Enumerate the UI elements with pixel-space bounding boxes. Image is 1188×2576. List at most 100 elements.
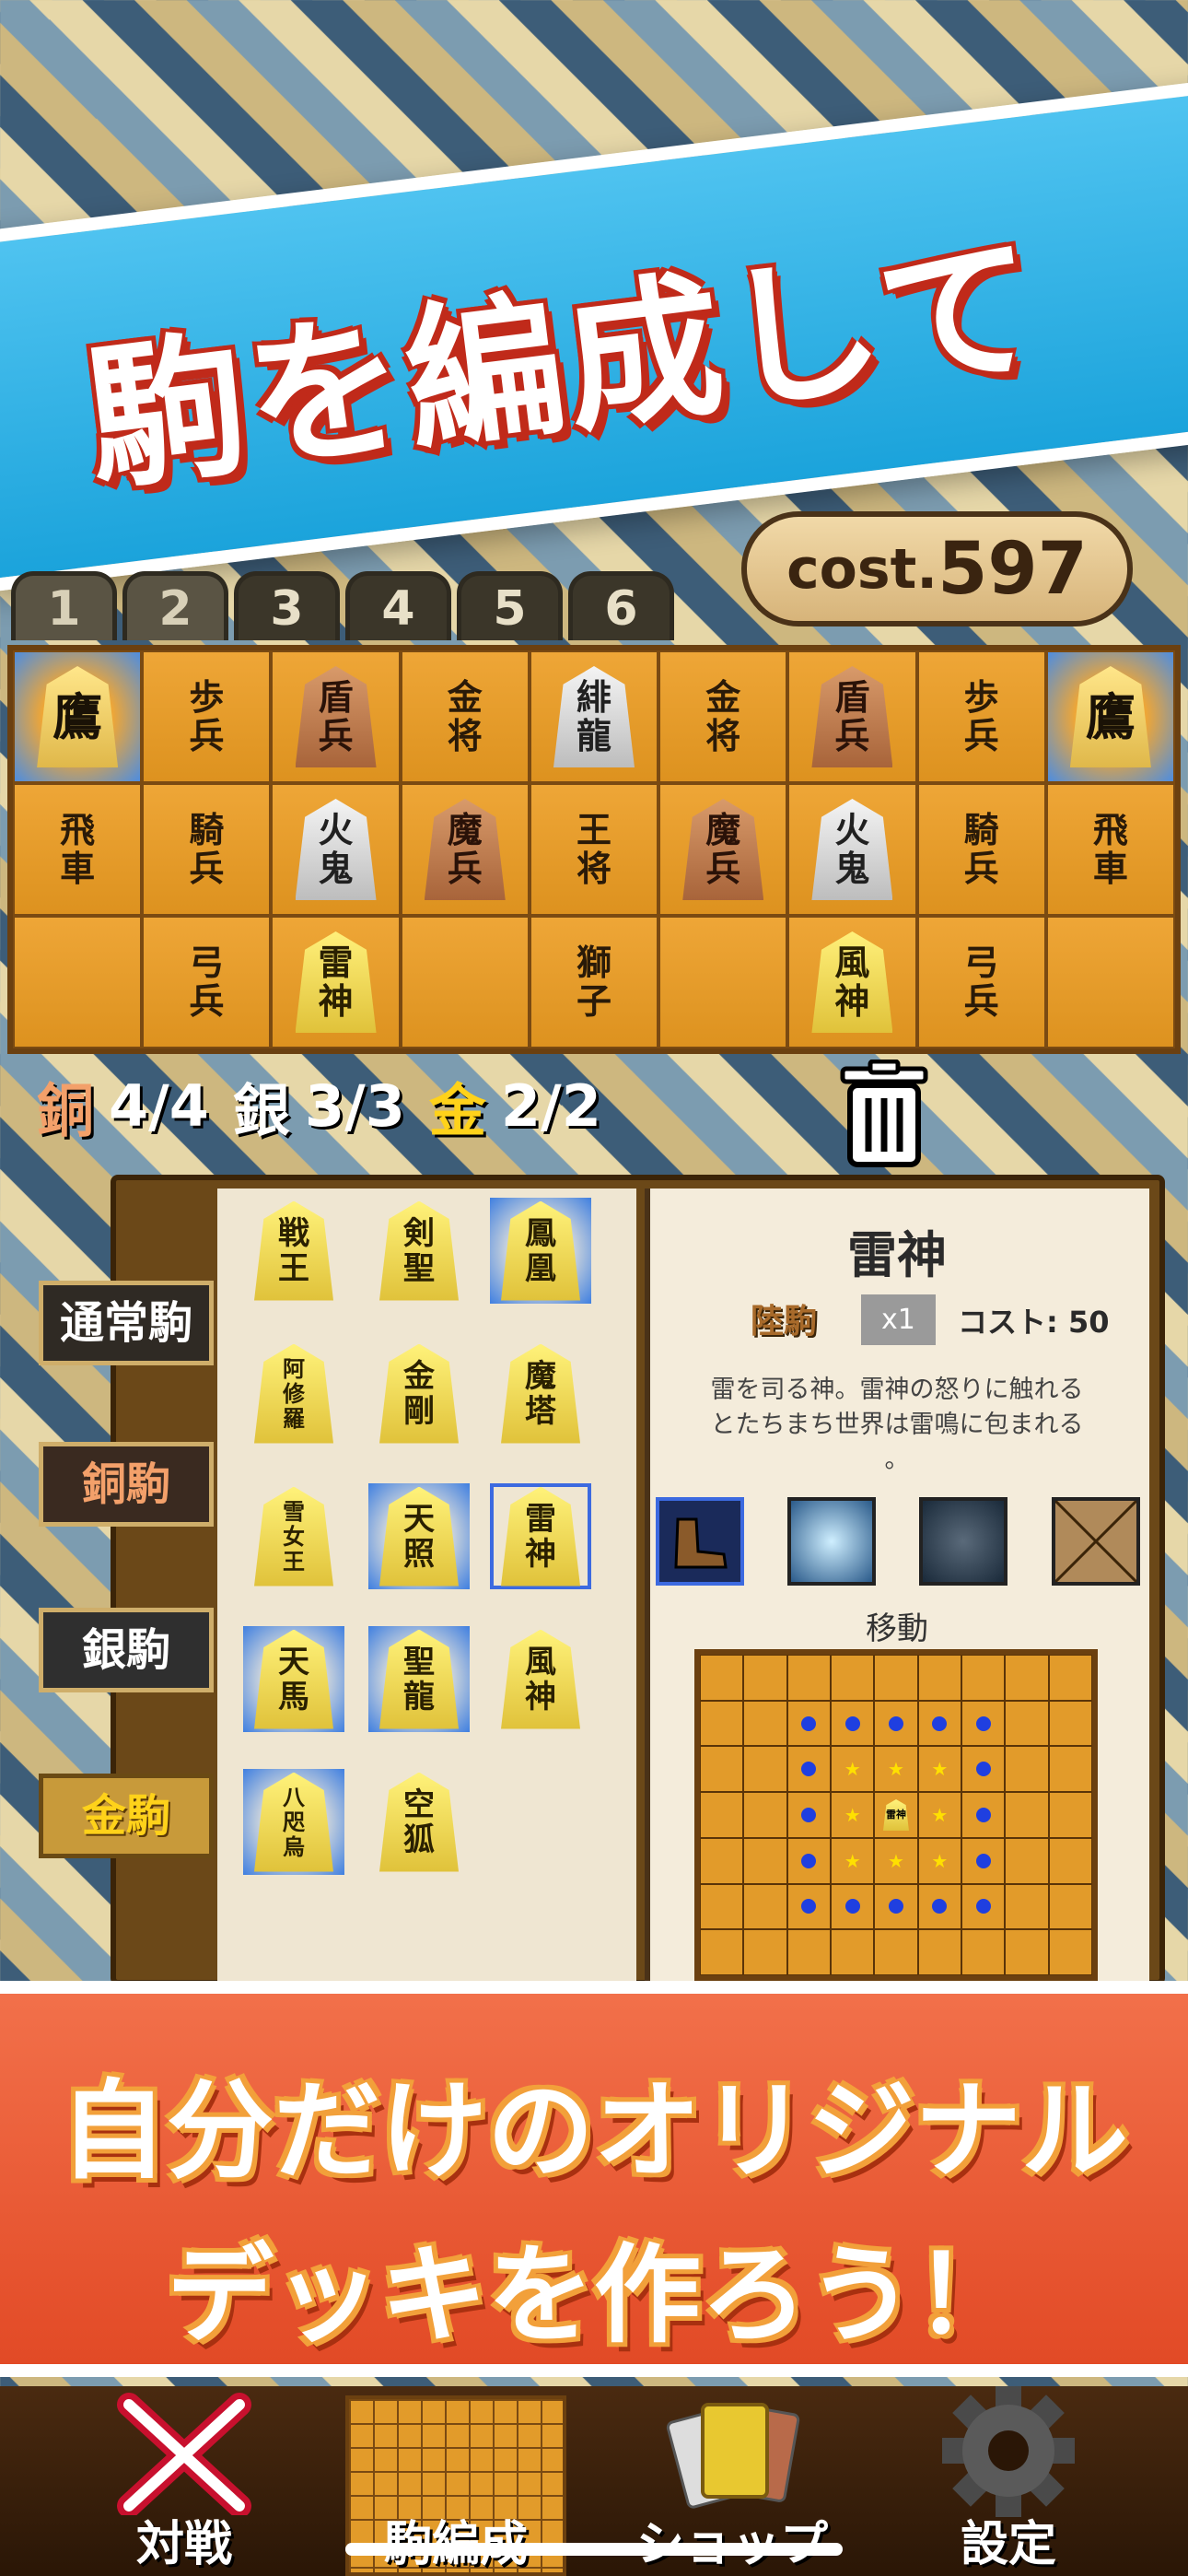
trash-icon[interactable] [833, 1059, 935, 1170]
deck-tab-3[interactable]: 3 [234, 571, 340, 640]
board-cell[interactable]: 盾兵 [787, 650, 917, 783]
boot-skill-icon[interactable] [656, 1497, 744, 1586]
board-piece[interactable]: 鷹 [37, 666, 119, 767]
move-cell [1048, 1929, 1092, 1975]
board-piece[interactable]: 騎兵 [941, 799, 1022, 900]
category-bronze[interactable]: 銅駒 [39, 1442, 214, 1527]
tab-settings[interactable]: 設定 [912, 2386, 1105, 2576]
deck-tab-2[interactable]: 2 [122, 571, 228, 640]
board-cell[interactable]: 緋龍 [529, 650, 659, 783]
board-piece[interactable]: 王将 [553, 799, 635, 900]
board-cell[interactable]: 王将 [529, 783, 659, 916]
board-cell[interactable]: 火鬼 [787, 783, 917, 916]
move-cell [874, 1883, 918, 1930]
move-dot [801, 1807, 817, 1822]
move-cell: ★ [917, 1746, 961, 1793]
board-piece[interactable]: 風神 [811, 931, 893, 1033]
board-piece[interactable]: 金将 [682, 666, 763, 767]
board-piece[interactable]: 獅子 [553, 931, 635, 1033]
board-cell[interactable]: 鷹 [13, 650, 143, 783]
piece-list-item[interactable]: 天馬 [243, 1626, 344, 1732]
piece-list-item[interactable]: 雷神 [490, 1483, 591, 1589]
detail-count-badge: x1 [861, 1294, 936, 1345]
tab-battle[interactable]: 対戦 [92, 2386, 276, 2576]
board-cell[interactable] [13, 916, 143, 1048]
board-piece[interactable]: 盾兵 [295, 666, 377, 767]
board-piece[interactable]: 歩兵 [166, 666, 247, 767]
board-piece[interactable]: 騎兵 [166, 799, 247, 900]
move-cell: ★ [917, 1792, 961, 1838]
piece-list-item[interactable]: 戦王 [243, 1198, 344, 1304]
board-piece[interactable]: 魔兵 [682, 799, 764, 900]
piece-list-item[interactable]: 魔塔 [490, 1341, 591, 1446]
piece-list-label: 空狐 [379, 1772, 459, 1872]
board-cell[interactable]: 騎兵 [142, 783, 272, 916]
category-silver[interactable]: 銀駒 [39, 1608, 214, 1692]
board-cell[interactable]: 騎兵 [916, 783, 1046, 916]
category-normal[interactable]: 通常駒 [39, 1281, 214, 1365]
deck-tab-5[interactable]: 5 [457, 571, 563, 640]
move-dot [932, 1899, 948, 1914]
board-piece[interactable]: 魔兵 [424, 799, 506, 900]
piece-list-item[interactable]: 風神 [490, 1626, 591, 1732]
board-cell[interactable]: 獅子 [529, 916, 659, 1048]
piece-list-item[interactable]: 空狐 [368, 1769, 470, 1875]
board-cell[interactable]: 弓兵 [142, 916, 272, 1048]
piece-list-item[interactable]: 鳳凰 [490, 1198, 591, 1304]
move-cell [1005, 1837, 1049, 1884]
board-piece[interactable]: 歩兵 [941, 666, 1022, 767]
move-cell [1005, 1929, 1049, 1975]
deck-tabs: 1 2 3 4 5 6 [11, 571, 674, 640]
piece-list-label: 聖龍 [379, 1629, 459, 1729]
piece-list-item[interactable]: 聖龍 [368, 1626, 470, 1732]
piece-list-item[interactable]: 阿修羅 [243, 1341, 344, 1446]
deck-tab-1[interactable]: 1 [11, 571, 117, 640]
storm-skill-icon[interactable] [919, 1497, 1007, 1586]
rarity-counters: 銅 4/4 銀 3/3 金 2/2 [37, 1060, 611, 1152]
board-piece[interactable]: 飛車 [37, 799, 118, 900]
board-cell[interactable]: 風神 [787, 916, 917, 1048]
board-cell[interactable]: 飛車 [13, 783, 143, 916]
promo-banner: 自分だけのオリジナル デッキを作ろう！ [0, 1981, 1188, 2377]
board-cell[interactable]: 歩兵 [916, 650, 1046, 783]
board-cell[interactable]: 雷神 [271, 916, 401, 1048]
board-cell[interactable]: 魔兵 [400, 783, 530, 916]
board-piece[interactable]: 盾兵 [811, 666, 893, 767]
move-dot [801, 1762, 817, 1777]
move-cell [1005, 1700, 1049, 1747]
board-piece[interactable]: 火鬼 [295, 799, 377, 900]
board-piece[interactable]: 弓兵 [941, 931, 1022, 1033]
board-cell[interactable] [658, 916, 788, 1048]
board-cell[interactable]: 盾兵 [271, 650, 401, 783]
board-cell[interactable] [1045, 916, 1175, 1048]
piece-list-item[interactable]: 雪女王 [243, 1483, 344, 1589]
deck-tab-4[interactable]: 4 [345, 571, 451, 640]
board-cell[interactable]: 歩兵 [142, 650, 272, 783]
piece-list-item[interactable]: 金剛 [368, 1341, 470, 1446]
detail-desc-1: 雷を司る神。雷神の怒りに触れる [710, 1376, 1084, 1404]
move-cell [700, 1655, 744, 1701]
promo-line-2: デッキを作ろう！ [167, 2233, 1021, 2358]
move-cell [830, 1929, 875, 1975]
piece-list-item[interactable]: 天照 [368, 1483, 470, 1589]
deck-tab-6[interactable]: 6 [568, 571, 674, 640]
board-piece[interactable]: 鷹 [1069, 666, 1151, 767]
board-cell[interactable]: 弓兵 [916, 916, 1046, 1048]
board-cell[interactable]: 金将 [658, 650, 788, 783]
board-piece[interactable]: 雷神 [295, 931, 377, 1033]
board-cell[interactable]: 魔兵 [658, 783, 788, 916]
board-cell[interactable]: 鷹 [1045, 650, 1175, 783]
board-cell[interactable]: 飛車 [1045, 783, 1175, 916]
board-cell[interactable]: 火鬼 [271, 783, 401, 916]
lightning-skill-icon[interactable] [787, 1497, 876, 1586]
board-piece[interactable]: 緋龍 [553, 666, 635, 767]
board-piece[interactable]: 飛車 [1070, 799, 1151, 900]
board-piece[interactable]: 火鬼 [811, 799, 893, 900]
board-piece[interactable]: 金将 [425, 666, 506, 767]
piece-list-item[interactable]: 八咫烏 [243, 1769, 344, 1875]
board-cell[interactable]: 金将 [400, 650, 530, 783]
board-piece[interactable]: 弓兵 [166, 931, 247, 1033]
piece-list-item[interactable]: 剣聖 [368, 1198, 470, 1304]
board-cell[interactable] [400, 916, 530, 1048]
category-gold[interactable]: 金駒 [39, 1774, 214, 1858]
